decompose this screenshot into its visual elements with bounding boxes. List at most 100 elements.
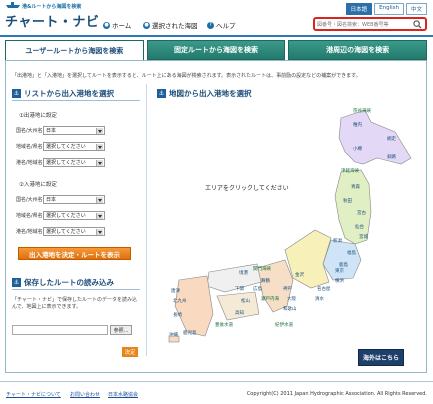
map-port-label[interactable]: 大阪 [287,295,296,302]
field-label: 国名/大州名 [16,197,43,203]
chevron-down-icon [98,162,102,165]
footer-link-association[interactable]: 日本水路協会 [108,391,138,398]
departure-heading: ①出港地に設定 [19,113,57,119]
departure-region-row: 地域名/県名 選択してください [16,142,105,151]
footer-link-contact[interactable]: お問い合わせ [70,391,100,398]
ship-icon [6,2,20,8]
show-route-button[interactable]: 出入港地を決定・ルートを表示 [18,247,131,260]
column-divider [146,84,147,356]
region-kyushu[interactable] [174,275,214,337]
map-port-label[interactable]: 新潟 [333,237,342,244]
nav-help-label: ヘルプ [216,22,236,30]
intro-text: 「出港地」と「入港地」を選択してルートを表示すると、ルート上にある海図が検索され… [12,73,361,79]
home-icon: ● [103,21,110,29]
map-port-label[interactable]: 関門海峡 [253,265,271,272]
arrival-region-select[interactable]: 選択してください [43,211,105,220]
departure-port-row: 港名/地域名 選択してください [16,158,105,167]
tab-user-route[interactable]: ユーザールートから海図を検索 [5,40,144,60]
map-port-label[interactable]: 清水 [315,295,324,302]
file-path-input[interactable] [12,325,108,335]
load-heading-text: 保存したルートの読み込み [24,278,114,287]
map-port-label[interactable]: 豊後水道 [215,321,233,328]
language-switch: 日本語 English 中文 [345,3,427,15]
map-port-label[interactable]: 和歌山 [283,305,297,312]
map-port-label[interactable]: 小樽 [353,145,362,152]
map-port-label[interactable]: 松山 [241,297,250,304]
map-port-label[interactable]: 青森 [351,183,360,190]
load-ok-button[interactable]: 決定 [122,347,138,357]
map-port-label[interactable]: 宮城 [359,233,368,240]
search-input[interactable] [317,20,413,29]
map-port-label[interactable]: 紀伊水道 [275,321,293,328]
nav-selected-charts[interactable]: ● 選択された海図 [143,20,198,30]
field-label: 国名/大州名 [16,128,43,134]
arrival-country-row: 国名/大州名 日本 [16,195,105,204]
map-port-label[interactable]: 境港 [239,269,248,276]
load-section-heading: ⚓ 保存したルートの読み込み [12,277,114,288]
map-section-heading: ⚓ 地図から出入港地を選択 [157,88,252,99]
map-port-label[interactable]: 長崎 [173,311,182,318]
chevron-down-icon [98,130,102,133]
tab-port-area[interactable]: 港周辺の海図を検索 [288,40,428,60]
anchor-icon: ⚓ [157,89,166,98]
map-port-label[interactable]: 福島 [347,249,356,256]
chevron-down-icon [98,146,102,149]
footer-divider [0,381,433,382]
select-value: 日本 [46,128,57,134]
region-tohoku[interactable] [334,169,372,245]
map-port-label[interactable]: 下関 [235,286,244,292]
map-port-label[interactable]: 沖縄 [169,331,178,338]
list-heading-text: リストから出入港地を選択 [24,89,114,98]
map-port-label[interactable]: 広島 [253,285,262,292]
overseas-button[interactable]: 海外はこちら [358,349,404,366]
copyright: Copyright(C) 2011 Japan Hydrographic Ass… [246,391,427,397]
map-port-label[interactable]: 網走 [387,135,396,142]
load-description: 「チャート・ナビ」で保存したルートのデータを読み込んで、地図上に表示できます。 [12,297,137,310]
map-port-label[interactable]: 釧路 [387,153,396,160]
anchor-icon: ⚓ [12,89,21,98]
field-label: 港名/地域名 [16,160,43,166]
map-port-label[interactable]: 瀬戸内海 [261,295,279,302]
tab-fixed-route[interactable]: 固定ルートから海図を検索 [146,40,286,60]
search-box [313,17,427,31]
lang-english[interactable]: English [374,3,404,15]
select-value: 選択してください [46,160,86,166]
arrival-country-select[interactable]: 日本 [43,195,105,204]
departure-port-select[interactable]: 選択してください [43,158,105,167]
map-port-label[interactable]: 唐津 [171,287,180,294]
map-port-label[interactable]: 北九州 [173,297,187,304]
browse-button[interactable]: 参照... [110,325,132,335]
site-logo[interactable]: チャート・ナビ [5,11,99,30]
map-port-label[interactable]: 鹿島 [339,261,348,268]
map-port-label[interactable]: 舞鶴 [261,277,270,284]
anchor-icon: ⚓ [12,278,21,287]
map-port-label[interactable]: 秋田 [343,197,352,204]
map-port-label[interactable]: 宗谷海峡 [353,107,371,114]
map-port-label[interactable]: 金沢 [295,271,304,278]
nav-help[interactable]: ? ヘルプ [207,20,236,30]
arrival-port-select[interactable]: 選択してください [43,227,105,236]
map-port-label[interactable]: 宮古 [357,209,366,216]
map-port-label[interactable]: 津軽海峡 [341,167,359,174]
map-port-label[interactable]: 高知 [235,309,244,316]
map-port-label[interactable]: 横浜 [335,277,344,284]
search-icon[interactable] [413,20,422,29]
departure-country-select[interactable]: 日本 [43,126,105,135]
footer-link-about[interactable]: チャート・ナビについて [6,391,61,398]
map-port-label[interactable]: 鹿児島 [183,329,197,336]
select-value: 選択してください [46,229,86,235]
map-port-label[interactable]: 名古屋 [317,285,331,292]
list-section-heading: ⚓ リストから出入港地を選択 [12,88,114,99]
chevron-down-icon [98,199,102,202]
departure-region-select[interactable]: 選択してください [43,142,105,151]
map-port-label[interactable]: 仙台 [355,223,364,230]
map-port-label[interactable]: 東京 [335,267,344,274]
lang-japanese[interactable]: 日本語 [345,3,373,15]
map-port-label[interactable]: 神戸 [283,285,292,292]
nav-home[interactable]: ● ホーム [103,20,131,30]
divider [12,100,140,101]
lang-chinese[interactable]: 中文 [405,3,427,15]
map-port-label[interactable]: 稚内 [353,121,362,128]
region-hokkaido[interactable] [338,109,412,165]
field-label: 地域名/県名 [16,144,43,150]
